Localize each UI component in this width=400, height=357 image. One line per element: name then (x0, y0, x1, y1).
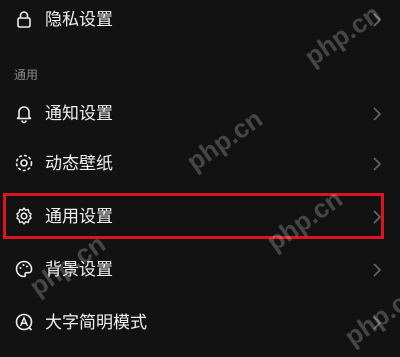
settings-item-label: 大字简明模式 (45, 313, 147, 333)
font-size-icon (13, 311, 35, 333)
settings-item-large-font-mode[interactable]: 大字简明模式 (0, 301, 400, 345)
settings-item-general[interactable]: 通用设置 (0, 195, 400, 239)
settings-item-label: 动态壁纸 (45, 154, 113, 174)
chevron-right-icon (372, 315, 382, 331)
settings-item-privacy[interactable]: 隐私设置 (0, 0, 400, 42)
settings-item-notifications[interactable]: 通知设置 (0, 92, 400, 136)
gear-icon (13, 205, 35, 227)
wallpaper-icon (13, 152, 35, 174)
lock-icon (13, 8, 35, 30)
chevron-right-icon (372, 209, 382, 225)
chevron-right-icon (372, 262, 382, 278)
settings-item-label: 隐私设置 (45, 10, 113, 30)
settings-screen: 隐私设置 通用 通知设置 动态壁纸 通用设置 背景设置 大字简明模式 php.c… (0, 0, 400, 357)
settings-item-background[interactable]: 背景设置 (0, 248, 400, 292)
chevron-right-icon (372, 12, 382, 28)
bell-icon (13, 102, 35, 124)
chevron-right-icon (372, 156, 382, 172)
settings-item-label: 通用设置 (45, 207, 113, 227)
section-header-general: 通用 (14, 68, 39, 82)
settings-item-label: 背景设置 (45, 260, 113, 280)
chevron-right-icon (372, 106, 382, 122)
settings-item-dynamic-wallpaper[interactable]: 动态壁纸 (0, 142, 400, 186)
palette-icon (13, 258, 35, 280)
settings-item-label: 通知设置 (45, 104, 113, 124)
